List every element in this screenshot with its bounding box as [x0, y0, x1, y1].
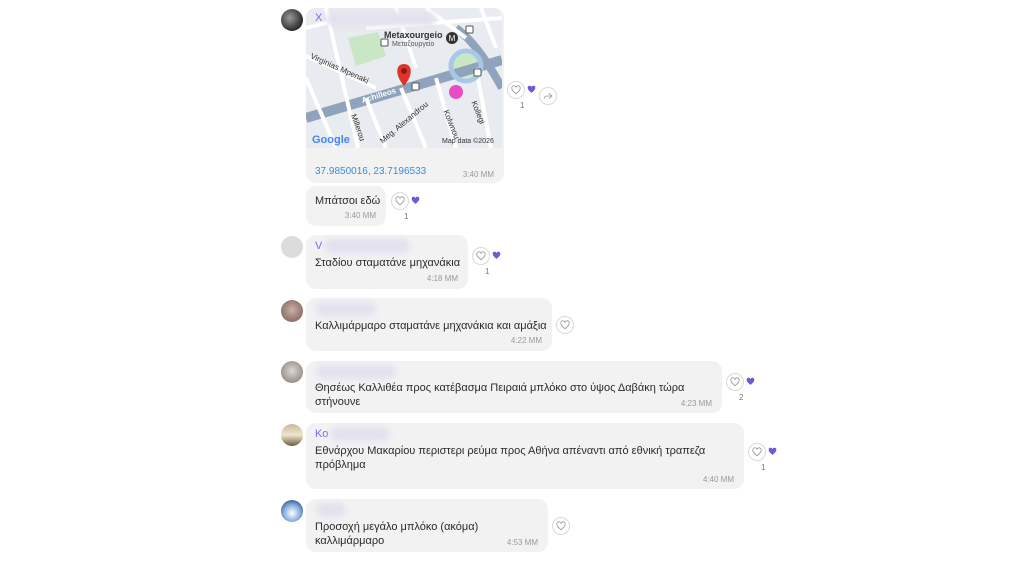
- message-bubble: Προσοχή μεγάλο μπλόκο (ακόμα) καλλιμάρμα…: [306, 499, 548, 552]
- reaction-count: 1: [520, 101, 525, 110]
- heart-filled-icon: [492, 251, 501, 259]
- avatar[interactable]: [281, 300, 303, 322]
- message-bubble: V Σταδίου σταματάνε μηχανάκια 4:18 MM: [306, 235, 468, 289]
- timestamp: 4:22 MM: [510, 336, 542, 345]
- avatar[interactable]: [281, 500, 303, 522]
- timestamp: 4:53 MM: [506, 538, 538, 547]
- timestamp: 3:40 MM: [344, 211, 376, 220]
- svg-text:M: M: [449, 34, 456, 43]
- avatar[interactable]: [281, 236, 303, 258]
- timestamp: 3:40 MM: [462, 170, 494, 179]
- message-bubble: Κο Εθνάρχου Μακαρίου περιστερι ρεύμα προ…: [306, 423, 744, 489]
- reaction-group: 2: [726, 373, 762, 403]
- reaction-count: 2: [739, 393, 744, 402]
- timestamp: 4:40 MM: [702, 475, 734, 484]
- reaction-group: 1: [748, 443, 784, 473]
- reaction-group: 1: [472, 247, 508, 277]
- heart-outline-icon: [476, 251, 486, 261]
- sender-name: Χ: [315, 12, 323, 24]
- message-text: Μπάτσοι εδώ: [315, 195, 381, 207]
- google-logo: Google: [312, 134, 350, 146]
- heart-outline-icon: [752, 447, 762, 457]
- timestamp: 4:18 MM: [426, 274, 458, 283]
- sender-name-blurred: [330, 427, 390, 441]
- message-bubble: Μπάτσοι εδώ 3:40 MM: [306, 186, 386, 226]
- message-text-line: πρόβλημα: [315, 459, 366, 471]
- heart-react-button[interactable]: [726, 373, 744, 391]
- reaction-group: 1: [391, 192, 427, 222]
- reaction-count: 1: [761, 463, 766, 472]
- reaction-count: 1: [404, 212, 409, 221]
- reaction-group: [556, 316, 576, 346]
- avatar[interactable]: [281, 9, 303, 31]
- sender-name-blurred: [326, 12, 436, 26]
- sender-name-blurred: [324, 239, 410, 253]
- heart-outline-icon: [730, 377, 740, 387]
- sender-name-blurred: [316, 365, 396, 379]
- map-preview[interactable]: M Metaxourgeio Μεταξουργείο Virginias Mp…: [306, 8, 502, 148]
- map-credit: Map data ©2026: [442, 138, 494, 145]
- heart-react-button[interactable]: [552, 517, 570, 535]
- avatar[interactable]: [281, 361, 303, 383]
- avatar[interactable]: [281, 424, 303, 446]
- message-bubble: Καλλιμάρμαρο σταματάνε μηχανάκια και αμά…: [306, 298, 552, 351]
- heart-react-button[interactable]: [472, 247, 490, 265]
- message-text: Σταδίου σταματάνε μηχανάκια: [315, 257, 461, 269]
- message-text-line: Εθνάρχου Μακαρίου περιστερι ρεύμα προς Α…: [315, 445, 706, 457]
- heart-react-button[interactable]: [556, 316, 574, 334]
- message-bubble: Θησέως Καλλιθέα προς κατέβασμα Πειραιά μ…: [306, 361, 722, 413]
- location-message-bubble: M Metaxourgeio Μεταξουργείο Virginias Mp…: [306, 8, 504, 183]
- map-label: Metaxourgeio: [384, 30, 443, 40]
- reaction-count: 1: [485, 267, 490, 276]
- sender-name: V: [315, 240, 323, 252]
- reaction-group: 1: [507, 81, 543, 111]
- heart-filled-icon: [768, 447, 777, 455]
- message-text: Καλλιμάρμαρο σταματάνε μηχανάκια και αμά…: [315, 320, 547, 332]
- sender-name-blurred: [316, 302, 376, 316]
- message-text: Θησέως Καλλιθέα προς κατέβασμα Πειραιά μ…: [315, 382, 685, 408]
- heart-react-button[interactable]: [748, 443, 766, 461]
- heart-react-button[interactable]: [507, 81, 525, 99]
- reaction-group: [552, 517, 572, 547]
- heart-outline-icon: [556, 521, 566, 531]
- sender-name: Κο: [315, 428, 329, 440]
- heart-filled-icon: [746, 377, 755, 385]
- heart-react-button[interactable]: [391, 192, 409, 210]
- timestamp: 4:23 MM: [680, 399, 712, 408]
- location-coordinates-link[interactable]: 37.9850016, 23.7196533: [315, 166, 426, 177]
- map-label: Μεταξουργείο: [392, 41, 435, 48]
- heart-filled-icon: [527, 85, 536, 93]
- forward-icon: [543, 92, 553, 100]
- heart-outline-icon: [560, 320, 570, 330]
- heart-outline-icon: [511, 85, 521, 95]
- sender-name-blurred: [316, 503, 346, 517]
- forward-button[interactable]: [539, 87, 557, 105]
- heart-outline-icon: [395, 196, 405, 206]
- heart-filled-icon: [411, 196, 420, 204]
